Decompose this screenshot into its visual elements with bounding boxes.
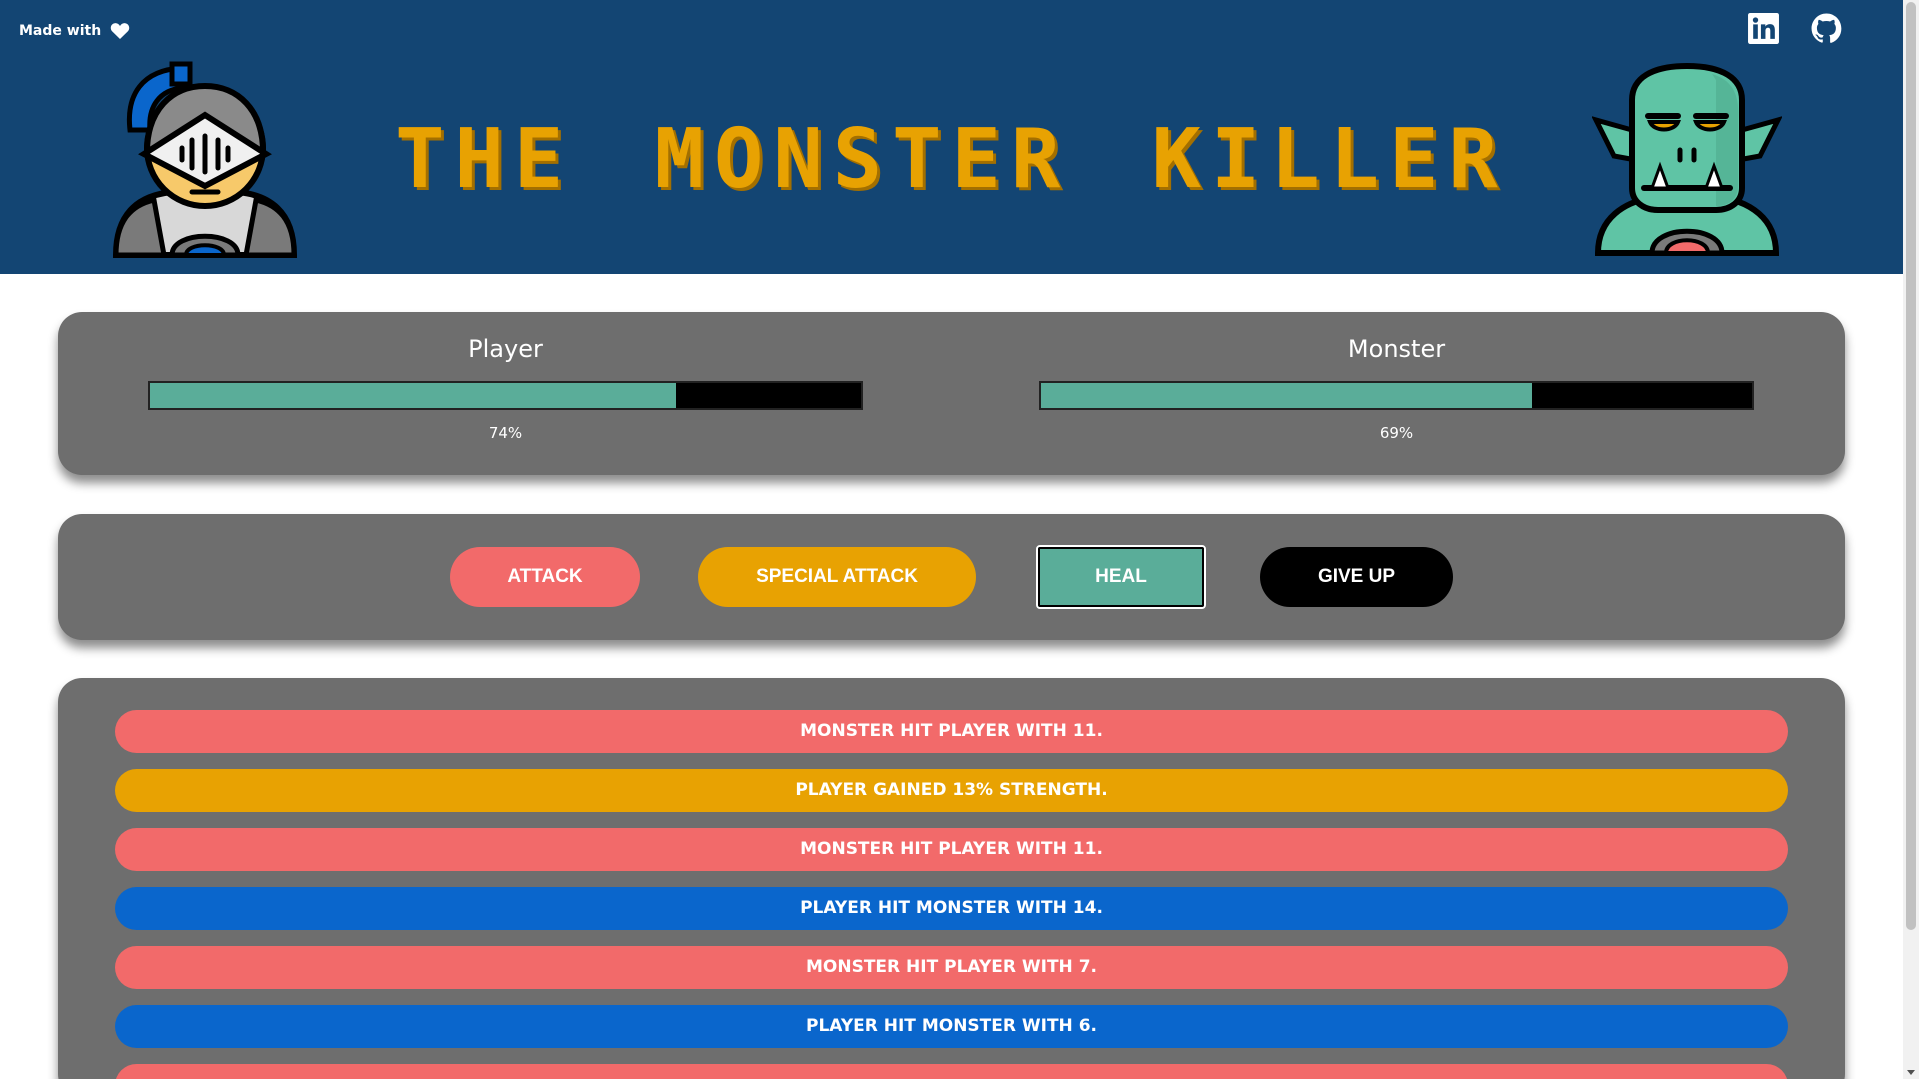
log-entry: PLAYER HIT MONSTER WITH 14. (115, 887, 1788, 930)
header: Made with THE MONSTER KILLER (0, 0, 1903, 274)
give-up-button[interactable]: GIVE UP (1260, 547, 1453, 607)
special-attack-button[interactable]: SPECIAL ATTACK (698, 547, 976, 607)
controls: ATTACK SPECIAL ATTACK HEAL GIVE UP (58, 514, 1845, 640)
player-health: Player 74% (148, 312, 863, 442)
log-entry: MONSTER HIT PLAYER WITH 11. (115, 710, 1788, 753)
player-health-bar (148, 381, 863, 410)
heal-button[interactable]: HEAL (1036, 545, 1206, 609)
log-entry: PLAYER GAINED 13% STRENGTH. (115, 769, 1788, 812)
attack-button[interactable]: ATTACK (450, 547, 640, 607)
log-entry: MONSTER HIT PLAYER WITH 11. (115, 828, 1788, 871)
orc-icon (1592, 60, 1782, 256)
log-entry (115, 1064, 1788, 1079)
player-health-percent: 74% (488, 424, 523, 442)
monster-health-fill (1041, 383, 1532, 408)
battle-log-list: MONSTER HIT PLAYER WITH 11. PLAYER GAINED… (115, 710, 1788, 1079)
player-name: Player (468, 335, 543, 363)
heart-icon (110, 22, 130, 40)
social-links (1747, 12, 1843, 45)
battle-log: MONSTER HIT PLAYER WITH 11. PLAYER GAINED… (58, 678, 1845, 1079)
made-with: Made with (19, 22, 130, 40)
controls-panel: ATTACK SPECIAL ATTACK HEAL GIVE UP (58, 514, 1845, 640)
monster-health-percent: 69% (1379, 424, 1414, 442)
log-entry: MONSTER HIT PLAYER WITH 7. (115, 946, 1788, 989)
heal-button-label: HEAL (1040, 549, 1202, 605)
log-entry: PLAYER HIT MONSTER WITH 6. (115, 1005, 1788, 1048)
monster-health: Monster 69% (1039, 312, 1754, 442)
github-link[interactable] (1810, 12, 1843, 45)
app-page: Made with THE MONSTER KILLER Player 74% … (0, 0, 1919, 1079)
monster-name: Monster (1347, 335, 1446, 363)
scrollbar-thumb[interactable] (1906, 2, 1916, 930)
page-scrollbar[interactable] (1903, 0, 1919, 1079)
health-panel: Player 74% Monster 69% (58, 312, 1845, 475)
made-with-label: Made with (19, 23, 102, 39)
linkedin-icon (1748, 13, 1779, 44)
monster-health-bar (1039, 381, 1754, 410)
scroll-down-arrow-icon[interactable] (1907, 1070, 1915, 1075)
github-icon (1811, 13, 1842, 43)
linkedin-link[interactable] (1747, 12, 1780, 45)
player-health-fill (150, 383, 677, 408)
